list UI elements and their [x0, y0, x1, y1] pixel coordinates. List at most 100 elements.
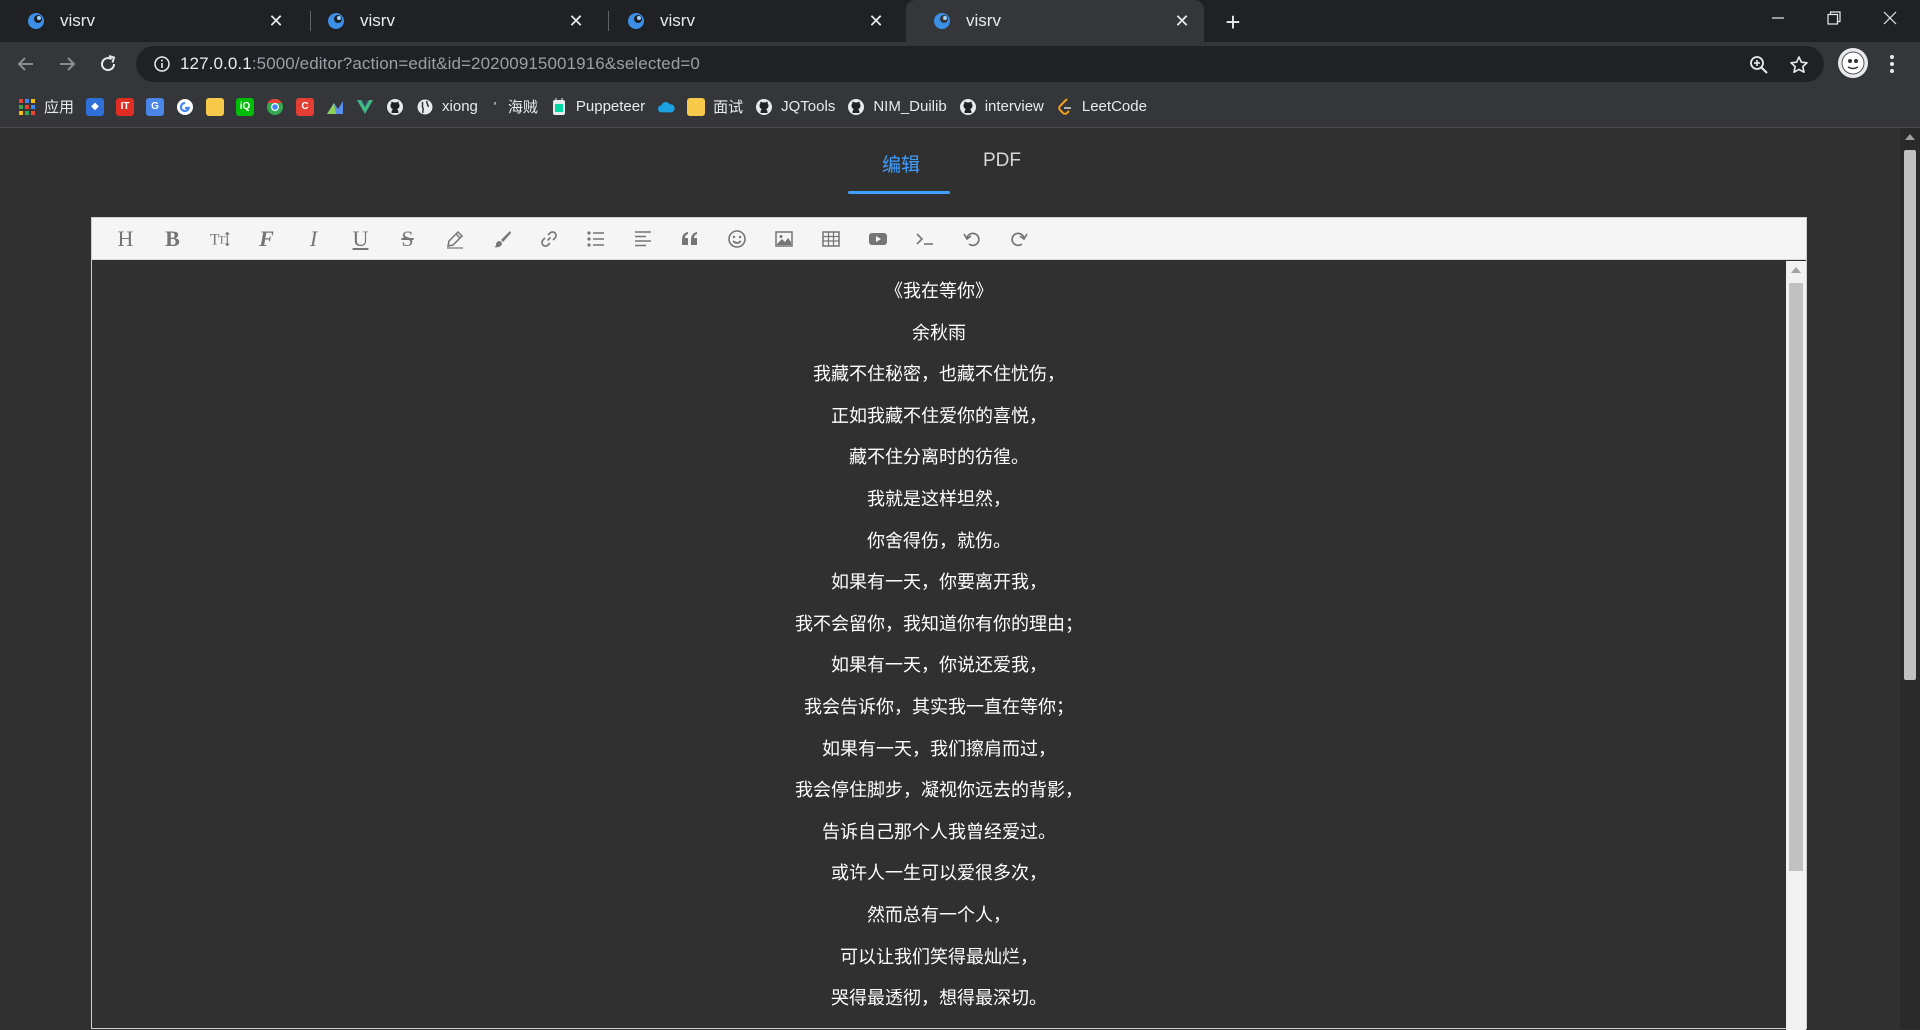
strikethrough-button[interactable]: S: [384, 223, 431, 255]
new-tab-button[interactable]: +: [1218, 7, 1248, 37]
scroll-up-arrow-icon[interactable]: [1905, 134, 1915, 140]
smile-icon: [727, 229, 746, 248]
font-size-button[interactable]: TT: [196, 223, 243, 255]
tab-close-icon[interactable]: ✕: [262, 7, 290, 35]
bookmark-google[interactable]: [176, 92, 194, 122]
bookmark-baidu[interactable]: ◆: [86, 92, 105, 122]
bookmark-nim-duilib[interactable]: NIM_Duilib: [847, 92, 947, 122]
redo-button[interactable]: [995, 223, 1042, 255]
code-button[interactable]: [901, 223, 948, 255]
table-button[interactable]: [807, 223, 854, 255]
bookmark-chart[interactable]: [326, 92, 344, 122]
editor-scrollbar[interactable]: [1786, 261, 1806, 1030]
tab-close-icon[interactable]: ✕: [1168, 7, 1196, 35]
window-close-icon[interactable]: [1862, 0, 1918, 36]
forward-icon[interactable]: [51, 48, 83, 80]
folder-icon: [687, 97, 706, 116]
bookmark-label: 面试: [713, 99, 744, 116]
quote-button[interactable]: [666, 223, 713, 255]
bookmark-haizei[interactable]: ʼ 海贼: [490, 92, 537, 122]
bookmark-interview[interactable]: interview: [959, 92, 1044, 122]
bookmark-ithome[interactable]: IT: [116, 92, 135, 122]
underline-icon: U: [352, 225, 369, 251]
terminal-icon: [915, 232, 933, 245]
tab-pdf[interactable]: PDF: [983, 150, 1021, 172]
url-text[interactable]: 127.0.0.1:5000/editor?action=edit&id=202…: [180, 54, 700, 74]
folder-icon: [206, 97, 225, 116]
tab-close-icon[interactable]: ✕: [562, 7, 590, 35]
italic-button[interactable]: I: [290, 223, 337, 255]
address-bar[interactable]: 127.0.0.1:5000/editor?action=edit&id=202…: [136, 46, 1824, 82]
bookmark-iqiyi[interactable]: iQ: [236, 92, 255, 122]
github-icon: [959, 98, 977, 116]
github-icon: [847, 98, 865, 116]
browser-tab[interactable]: visrv ✕: [0, 0, 298, 42]
page-scrollbar-thumb[interactable]: [1904, 150, 1916, 680]
bookmark-mianshi[interactable]: 面试: [687, 92, 743, 122]
image-button[interactable]: [760, 223, 807, 255]
poem-line: 我藏不住秘密，也藏不住忧伤，: [813, 364, 1065, 386]
bold-button[interactable]: B: [149, 223, 196, 255]
link-button[interactable]: [525, 223, 572, 255]
github-icon: [755, 98, 773, 116]
italic-icon: I: [309, 225, 318, 251]
tab-close-icon[interactable]: ✕: [862, 7, 890, 35]
tab-edit[interactable]: 编辑: [882, 150, 920, 177]
poem-line: 我会告诉你，其实我一直在等你；: [804, 696, 1074, 718]
editor-scrollbar-thumb[interactable]: [1789, 283, 1803, 871]
browser-menu-icon[interactable]: [1880, 50, 1904, 78]
iqiyi-icon: iQ: [236, 97, 255, 116]
list-button[interactable]: [572, 223, 619, 255]
bookmark-star-icon[interactable]: [1786, 52, 1812, 78]
poem-text: 《我在等你》 余秋雨 我藏不住秘密，也藏不住忧伤， 正如我藏不住爱你的喜悦， 藏…: [92, 261, 1786, 1020]
heading-button[interactable]: H: [102, 223, 149, 255]
emoji-button[interactable]: [713, 223, 760, 255]
bookmark-vue[interactable]: [356, 92, 374, 122]
align-button[interactable]: [619, 223, 666, 255]
bookmark-xiong[interactable]: xiong: [416, 92, 478, 122]
back-icon[interactable]: [10, 48, 42, 80]
bookmark-label: interview: [984, 98, 1044, 115]
background-color-button[interactable]: [478, 223, 525, 255]
strikethrough-icon: S: [401, 225, 414, 251]
bookmark-translate[interactable]: G: [146, 92, 165, 122]
zoom-icon[interactable]: [1746, 52, 1772, 78]
poem-line: 然而总有一个人，: [867, 904, 1011, 926]
table-icon: [821, 230, 840, 247]
image-icon: [774, 230, 793, 247]
editor-content[interactable]: 《我在等你》 余秋雨 我藏不住秘密，也藏不住忧伤， 正如我藏不住爱你的喜悦， 藏…: [92, 261, 1786, 1030]
bookmark-cloud[interactable]: [657, 92, 675, 122]
minimize-icon[interactable]: [1750, 0, 1806, 36]
browser-tab[interactable]: visrv ✕: [300, 0, 598, 42]
underline-button[interactable]: U: [337, 223, 384, 255]
font-family-button[interactable]: F: [243, 223, 290, 255]
rich-text-editor: H B TT F I U S 《我在等你》 余秋雨 我藏不住秘密，也藏不住忧伤，…: [91, 217, 1807, 1030]
site-info-icon[interactable]: [144, 56, 180, 72]
bookmark-leetcode[interactable]: LeetCode: [1056, 92, 1147, 122]
bookmark-chrome[interactable]: [266, 92, 284, 122]
bookmark-github[interactable]: [386, 92, 404, 122]
quote-icon: [681, 231, 697, 245]
bookmark-jqtools[interactable]: JQTools: [755, 92, 835, 122]
profile-avatar[interactable]: [1838, 48, 1868, 78]
undo-button[interactable]: [948, 223, 995, 255]
restore-icon[interactable]: [1806, 0, 1862, 36]
apps-grid-icon: [18, 98, 36, 116]
url-path: :5000/editor?action=edit&id=202009150019…: [251, 54, 700, 73]
browser-tab-active[interactable]: visrv ✕: [906, 0, 1204, 42]
reload-icon[interactable]: [92, 48, 124, 80]
bookmark-csdn[interactable]: C: [296, 92, 315, 122]
google-icon: [176, 98, 194, 116]
font-color-button[interactable]: [431, 223, 478, 255]
browser-tab[interactable]: visrv ✕: [600, 0, 898, 42]
bookmark-apps[interactable]: 应用: [18, 92, 74, 122]
bookmark-folder[interactable]: [206, 92, 225, 122]
video-button[interactable]: [854, 223, 901, 255]
poem-line: 告诉自己那个人我曾经爱过。: [822, 821, 1056, 843]
page-scrollbar[interactable]: [1900, 128, 1920, 1029]
vue-icon: [356, 98, 374, 116]
font-size-icon: TT: [210, 231, 230, 248]
video-play-icon: [868, 232, 887, 245]
scroll-up-arrow-icon[interactable]: [1791, 267, 1801, 273]
bookmark-puppeteer[interactable]: Puppeteer: [550, 92, 645, 122]
